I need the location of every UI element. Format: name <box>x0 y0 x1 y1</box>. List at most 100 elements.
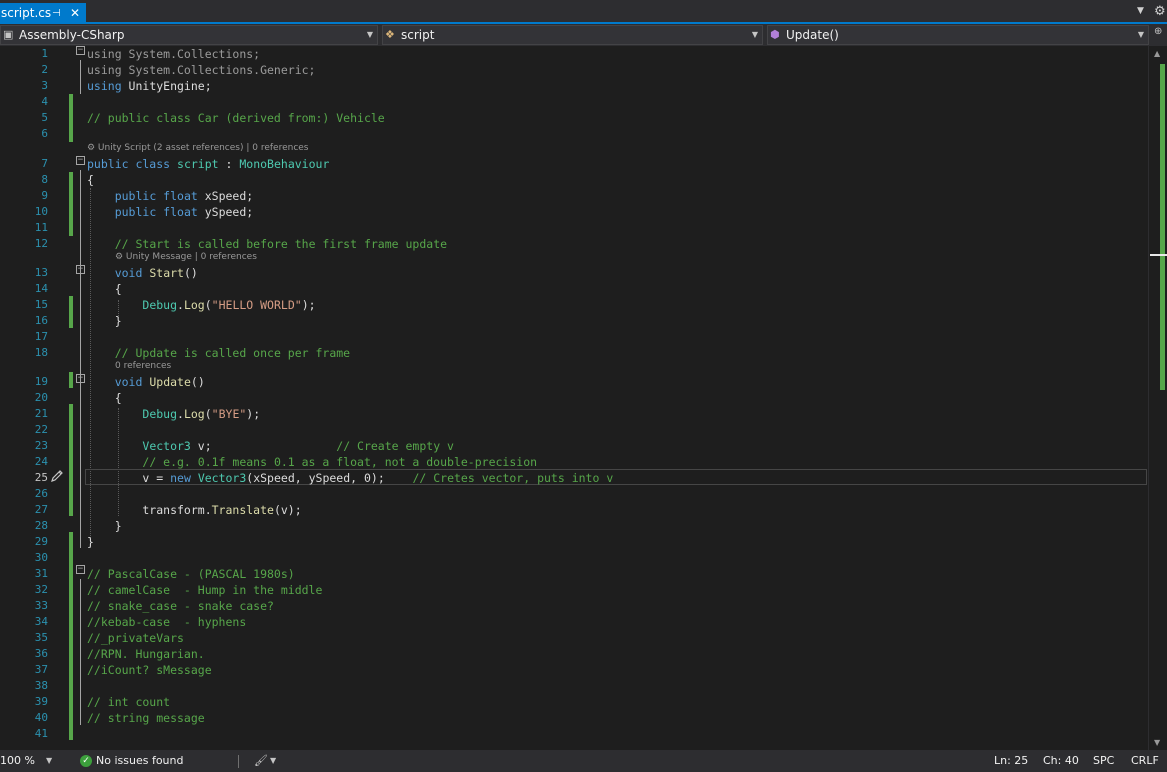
code-line[interactable]: 13 void Start() <box>0 265 1148 281</box>
gear-icon[interactable]: ⚙ <box>1154 4 1166 19</box>
pin-icon[interactable]: ⊣ <box>52 3 61 24</box>
vertical-scrollbar[interactable]: ▲ ▼ <box>1148 46 1167 750</box>
code-text[interactable]: // Start is called before the first fram… <box>87 236 447 252</box>
code-line[interactable]: 39 // int count <box>0 694 1148 710</box>
scroll-down-icon[interactable]: ▼ <box>1154 738 1160 747</box>
code-line[interactable]: 1 using System.Collections; <box>0 46 1148 62</box>
code-text[interactable]: // snake_case - snake case? <box>87 598 274 614</box>
code-text[interactable]: //_privateVars <box>87 630 184 646</box>
code-line[interactable]: 17 <box>0 329 1148 345</box>
code-text[interactable]: // public class Car (derived from:) Vehi… <box>87 110 385 126</box>
code-line[interactable]: 32 // camelCase - Hump in the middle <box>0 582 1148 598</box>
code-line[interactable]: 29} <box>0 534 1148 550</box>
code-line[interactable]: 36 //RPN. Hungarian. <box>0 646 1148 662</box>
code-cleanup-icon[interactable]: 🖌 <box>254 750 268 772</box>
code-text[interactable]: void Start() <box>87 265 198 281</box>
code-text[interactable]: // Update is called once per frame <box>87 345 350 361</box>
code-line[interactable]: 16 } <box>0 313 1148 329</box>
code-line[interactable]: 21 Debug.Log("BYE"); <box>0 406 1148 422</box>
code-line[interactable]: 4 <box>0 94 1148 110</box>
scroll-up-icon[interactable]: ▲ <box>1154 49 1160 58</box>
code-line[interactable]: 37 //iCount? sMessage <box>0 662 1148 678</box>
code-text[interactable]: // e.g. 0.1f means 0.1 as a float, not a… <box>87 454 537 470</box>
code-text[interactable]: using System.Collections; <box>87 46 260 62</box>
code-line[interactable]: 28 } <box>0 518 1148 534</box>
code-line[interactable]: 20 { <box>0 390 1148 406</box>
zoom-level[interactable]: 100 % <box>0 750 35 772</box>
code-editor[interactable]: ⚙ Unity Script (2 asset references) | 0 … <box>0 46 1148 750</box>
code-line[interactable]: 9 public float xSpeed; <box>0 188 1148 204</box>
code-text[interactable]: // string message <box>87 710 205 726</box>
code-line[interactable]: 8{ <box>0 172 1148 188</box>
code-text[interactable]: v = new Vector3(xSpeed, ySpeed, 0); // C… <box>87 470 613 486</box>
code-text[interactable]: { <box>87 172 94 188</box>
code-line[interactable]: 11 <box>0 220 1148 236</box>
code-line[interactable]: 14 { <box>0 281 1148 297</box>
code-text[interactable]: // camelCase - Hump in the middle <box>87 582 322 598</box>
split-editor-icon[interactable]: ⊕ <box>1154 26 1162 37</box>
code-text[interactable]: } <box>87 313 122 329</box>
code-line[interactable]: 2 using System.Collections.Generic; <box>0 62 1148 78</box>
code-line[interactable]: 7 public class script : MonoBehaviour <box>0 156 1148 172</box>
code-text[interactable]: } <box>87 534 94 550</box>
code-line[interactable]: 15 Debug.Log("HELLO WORLD"); <box>0 297 1148 313</box>
tab-list-dropdown-icon[interactable]: ▼ <box>1137 6 1147 18</box>
code-text[interactable]: Vector3 v; // Create empty v <box>87 438 454 454</box>
code-text[interactable]: //RPN. Hungarian. <box>87 646 205 662</box>
code-line[interactable]: 6 <box>0 126 1148 142</box>
code-text[interactable]: using System.Collections.Generic; <box>87 62 315 78</box>
code-text[interactable]: public class script : MonoBehaviour <box>87 156 329 172</box>
code-text[interactable]: Debug.Log("BYE"); <box>87 406 260 422</box>
code-line[interactable]: 18 // Update is called once per frame <box>0 345 1148 361</box>
member-dropdown[interactable]: ⬢ Update() ▼ <box>767 25 1149 45</box>
code-text[interactable]: Debug.Log("HELLO WORLD"); <box>87 297 315 313</box>
code-line[interactable]: 5 // public class Car (derived from:) Veh… <box>0 110 1148 126</box>
code-line[interactable]: 34 //kebab-case - hyphens <box>0 614 1148 630</box>
tab-script-cs[interactable]: script.cs ⊣ ✕ <box>0 3 86 24</box>
code-text[interactable]: //iCount? sMessage <box>87 662 212 678</box>
code-line[interactable]: 22 <box>0 422 1148 438</box>
code-text[interactable]: // int count <box>87 694 170 710</box>
code-line[interactable]: 25 v = new Vector3(xSpeed, ySpeed, 0); /… <box>0 470 1148 486</box>
code-line[interactable]: 3 using UnityEngine; <box>0 78 1148 94</box>
codelens-start[interactable]: ⚙ Unity Message | 0 references <box>115 251 257 263</box>
code-line[interactable]: 10 public float ySpeed; <box>0 204 1148 220</box>
code-line[interactable]: 41 <box>0 726 1148 742</box>
code-line[interactable]: 35 //_privateVars <box>0 630 1148 646</box>
code-text[interactable]: // PascalCase - (PASCAL 1980s) <box>87 566 295 582</box>
code-line[interactable]: 23 Vector3 v; // Create empty v <box>0 438 1148 454</box>
chevron-down-icon[interactable]: ▼ <box>46 750 52 772</box>
code-line[interactable]: 19 void Update() <box>0 374 1148 390</box>
code-text[interactable]: void Update() <box>87 374 205 390</box>
whitespace-indicator[interactable]: SPC <box>1093 750 1114 772</box>
code-line[interactable]: 40 // string message <box>0 710 1148 726</box>
code-text[interactable]: //kebab-case - hyphens <box>87 614 246 630</box>
type-dropdown[interactable]: ❖ script ▼ <box>382 25 763 45</box>
check-icon: ✓ <box>80 755 92 767</box>
line-number: 15 <box>34 298 48 311</box>
code-text[interactable]: } <box>87 518 122 534</box>
project-dropdown[interactable]: ▣ Assembly-CSharp ▼ <box>0 25 378 45</box>
code-text[interactable]: public float xSpeed; <box>87 188 253 204</box>
code-line[interactable]: 38 <box>0 678 1148 694</box>
code-text[interactable]: using UnityEngine; <box>87 78 212 94</box>
code-text[interactable]: { <box>87 390 122 406</box>
code-line[interactable]: 31 // PascalCase - (PASCAL 1980s) <box>0 566 1148 582</box>
line-indicator[interactable]: Ln: 25 <box>994 750 1028 772</box>
code-text[interactable]: { <box>87 281 122 297</box>
issues-status[interactable]: No issues found <box>96 750 183 772</box>
code-line[interactable]: 12 // Start is called before the first f… <box>0 236 1148 252</box>
code-line[interactable]: 33 // snake_case - snake case? <box>0 598 1148 614</box>
codelens-update[interactable]: 0 references <box>115 360 171 372</box>
code-text[interactable]: transform.Translate(v); <box>87 502 301 518</box>
code-text[interactable]: public float ySpeed; <box>87 204 253 220</box>
code-line[interactable]: 24 // e.g. 0.1f means 0.1 as a float, no… <box>0 454 1148 470</box>
code-line[interactable]: 26 <box>0 486 1148 502</box>
chevron-down-icon[interactable]: ▼ <box>270 750 276 772</box>
line-ending-indicator[interactable]: CRLF <box>1131 750 1159 772</box>
column-indicator[interactable]: Ch: 40 <box>1043 750 1079 772</box>
code-line[interactable]: 27 transform.Translate(v); <box>0 502 1148 518</box>
code-line[interactable]: 30 <box>0 550 1148 566</box>
close-icon[interactable]: ✕ <box>70 3 80 24</box>
codelens-class[interactable]: ⚙ Unity Script (2 asset references) | 0 … <box>87 142 309 154</box>
